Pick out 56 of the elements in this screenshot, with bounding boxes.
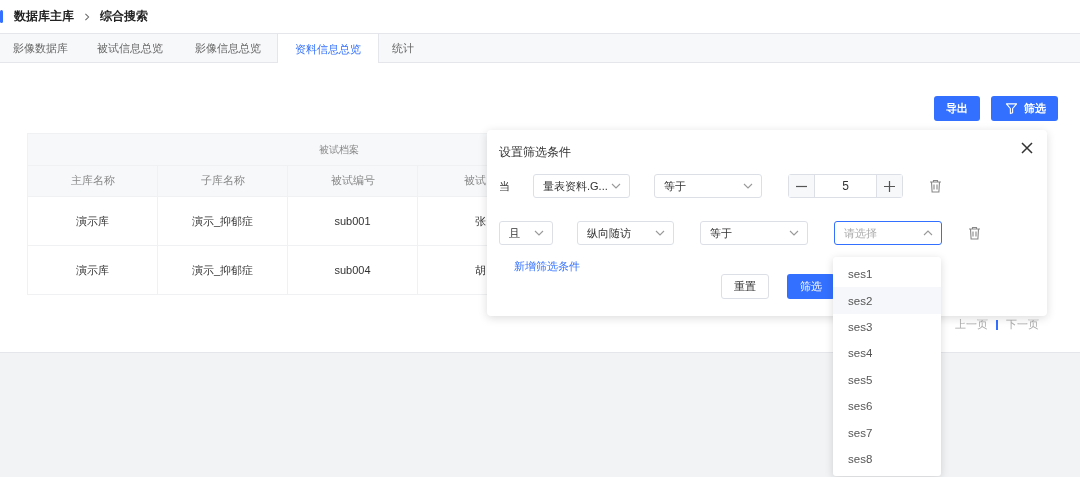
plus-icon	[884, 180, 895, 192]
popover-title: 设置筛选条件	[499, 144, 571, 161]
table-cell: 演示_抑郁症	[158, 197, 288, 245]
dropdown-option[interactable]: ses2	[833, 287, 941, 314]
tab[interactable]: 被试信息总览	[81, 34, 179, 63]
filter-button[interactable]: 筛选	[991, 96, 1058, 121]
field-select[interactable]: 纵向随访	[577, 221, 674, 245]
tab[interactable]: 影像数据库	[0, 34, 81, 63]
operator-select[interactable]: 等于	[700, 221, 808, 245]
column-header: 被试编号	[288, 166, 418, 196]
tab[interactable]: 统计	[379, 34, 427, 63]
tab[interactable]: 影像信息总览	[179, 34, 277, 63]
chevron-down-icon	[534, 230, 544, 236]
field-select[interactable]: 量表资料.G...	[533, 174, 630, 198]
dropdown-option[interactable]: ses4	[833, 340, 941, 367]
logic-select[interactable]: 且	[499, 221, 553, 245]
chevron-up-icon	[923, 230, 933, 236]
dropdown-option[interactable]: ses7	[833, 419, 941, 446]
breadcrumb-item: 综合搜索	[100, 8, 148, 25]
dropdown-option[interactable]: ses6	[833, 392, 941, 420]
operator-select[interactable]: 等于	[654, 174, 762, 198]
close-icon[interactable]	[1021, 142, 1033, 154]
number-stepper[interactable]: 5	[788, 174, 903, 198]
chevron-down-icon	[655, 230, 665, 236]
dropdown-option[interactable]: ses1	[833, 261, 941, 288]
dropdown-option[interactable]: ses5	[833, 366, 941, 393]
tab[interactable]: 资料信息总览	[277, 34, 379, 64]
column-header: 主库名称	[28, 166, 158, 196]
column-header: 被试	[463, 173, 487, 188]
trash-icon[interactable]	[968, 226, 981, 240]
reset-button[interactable]: 重置	[721, 274, 769, 299]
apply-button[interactable]: 筛选	[787, 274, 835, 299]
group-header-cell: 被试档案	[28, 134, 488, 165]
add-condition-link[interactable]: 新增筛选条件	[514, 260, 580, 274]
accent-bar	[0, 10, 3, 23]
dropdown-option[interactable]: ses3	[833, 313, 941, 341]
table-cell: 演示库	[28, 246, 158, 294]
column-header: 子库名称	[158, 166, 288, 196]
export-button[interactable]: 导出	[934, 96, 980, 121]
table-cell: sub001	[288, 197, 418, 245]
condition-label: 当	[499, 178, 511, 194]
increment-button[interactable]	[877, 175, 902, 197]
chevron-right-icon	[83, 11, 91, 22]
dropdown-option[interactable]: ses8	[833, 445, 941, 473]
chevron-down-icon	[789, 230, 799, 236]
table-cell-text: 胡	[474, 262, 487, 278]
number-input[interactable]: 5	[814, 175, 877, 197]
chevron-down-icon	[611, 183, 621, 189]
table-cell-text: 张	[474, 213, 487, 229]
trash-icon[interactable]	[929, 179, 942, 193]
breadcrumb-item: 数据库主库	[14, 8, 74, 25]
table-cell: 演示库	[28, 197, 158, 245]
chevron-down-icon	[743, 183, 753, 189]
filter-icon	[1005, 102, 1018, 115]
table-cell: sub004	[288, 246, 418, 294]
table-cell: 演示_抑郁症	[158, 246, 288, 294]
